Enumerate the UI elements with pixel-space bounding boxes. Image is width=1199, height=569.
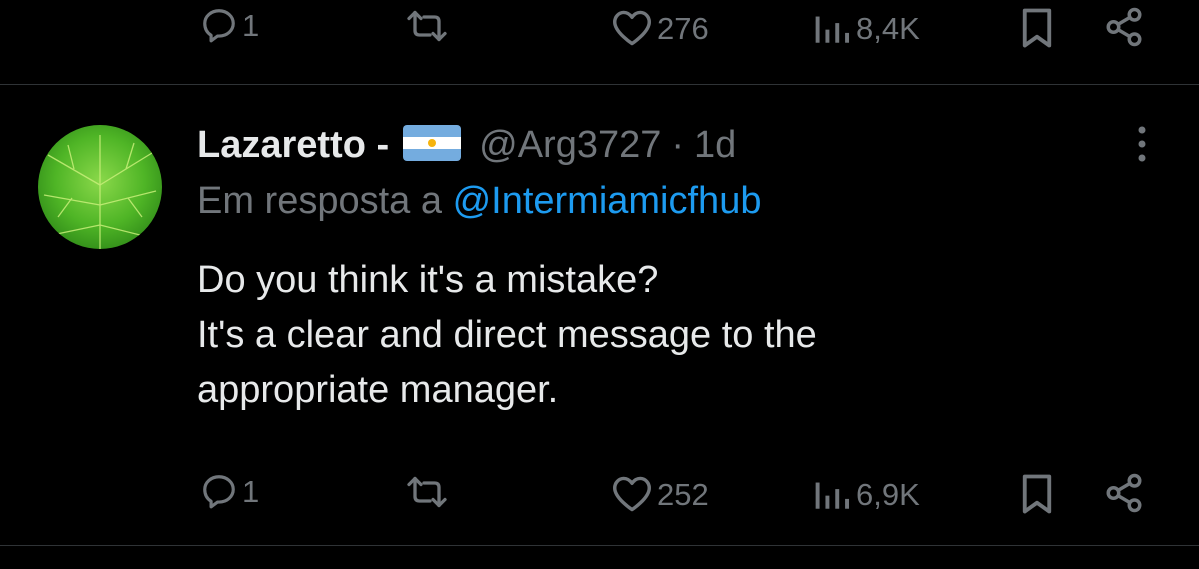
tweet-action-bar: 1 252 6,9K <box>0 466 1199 526</box>
reply-icon <box>203 9 235 43</box>
user-handle[interactable]: @Arg3727 <box>479 124 661 167</box>
view-count: 8,4K <box>856 10 920 46</box>
view-count: 6,9K <box>856 476 920 512</box>
reply-to-link[interactable]: @Intermiamicfhub <box>453 180 762 222</box>
divider <box>0 84 1199 85</box>
reply-prefix: Em resposta a <box>197 180 442 222</box>
views-button[interactable]: 6,9K <box>812 476 920 512</box>
reply-button[interactable]: 1 <box>200 6 259 44</box>
argentina-flag-icon <box>403 124 462 166</box>
tweet-text-line: appropriate manager. <box>197 369 559 411</box>
separator-dot: · <box>671 123 685 166</box>
like-button[interactable]: 276 <box>611 9 709 47</box>
heart-icon <box>613 10 651 46</box>
retweet-icon <box>407 476 447 508</box>
like-button[interactable]: 252 <box>611 475 709 513</box>
bookmark-icon <box>1022 474 1052 514</box>
reply-icon <box>203 475 235 509</box>
retweet-button[interactable] <box>404 474 450 510</box>
tweet-text-line: Do you think it's a mistake? <box>197 259 659 301</box>
views-icon <box>815 16 850 43</box>
views-button[interactable]: 8,4K <box>812 10 920 46</box>
bookmark-button[interactable] <box>1019 473 1055 515</box>
divider <box>0 545 1199 546</box>
like-count: 252 <box>657 476 709 512</box>
views-icon <box>815 482 850 509</box>
share-button[interactable] <box>1103 472 1145 514</box>
display-name[interactable]: Lazaretto - <box>197 124 389 167</box>
share-button[interactable] <box>1103 6 1145 48</box>
reply-count: 1 <box>242 473 260 509</box>
bookmark-button[interactable] <box>1019 7 1055 49</box>
share-icon <box>1106 7 1142 47</box>
reply-button[interactable]: 1 <box>200 472 259 510</box>
more-vertical-icon <box>1138 126 1146 162</box>
reply-count: 1 <box>242 7 260 43</box>
tweet-time[interactable]: 1d <box>694 124 736 167</box>
retweet-button[interactable] <box>404 8 450 44</box>
share-icon <box>1106 473 1142 513</box>
tweet-text-line: It's a clear and direct message to the <box>197 314 817 356</box>
tweet-text: Do you think it's a mistake? It's a clea… <box>197 253 1097 418</box>
avatar[interactable] <box>38 125 162 249</box>
retweet-icon <box>407 10 447 42</box>
tweet-header: Lazaretto - @Arg3727 · 1d <box>197 118 736 172</box>
like-count: 276 <box>657 10 709 46</box>
leaf-avatar-image <box>38 125 162 249</box>
more-options-button[interactable] <box>1130 124 1154 164</box>
top-action-bar: 1 276 8,4K <box>0 0 1199 60</box>
bookmark-icon <box>1022 8 1052 48</box>
reply-context: Em resposta a @Intermiamicfhub <box>197 180 761 223</box>
heart-icon <box>613 476 651 512</box>
